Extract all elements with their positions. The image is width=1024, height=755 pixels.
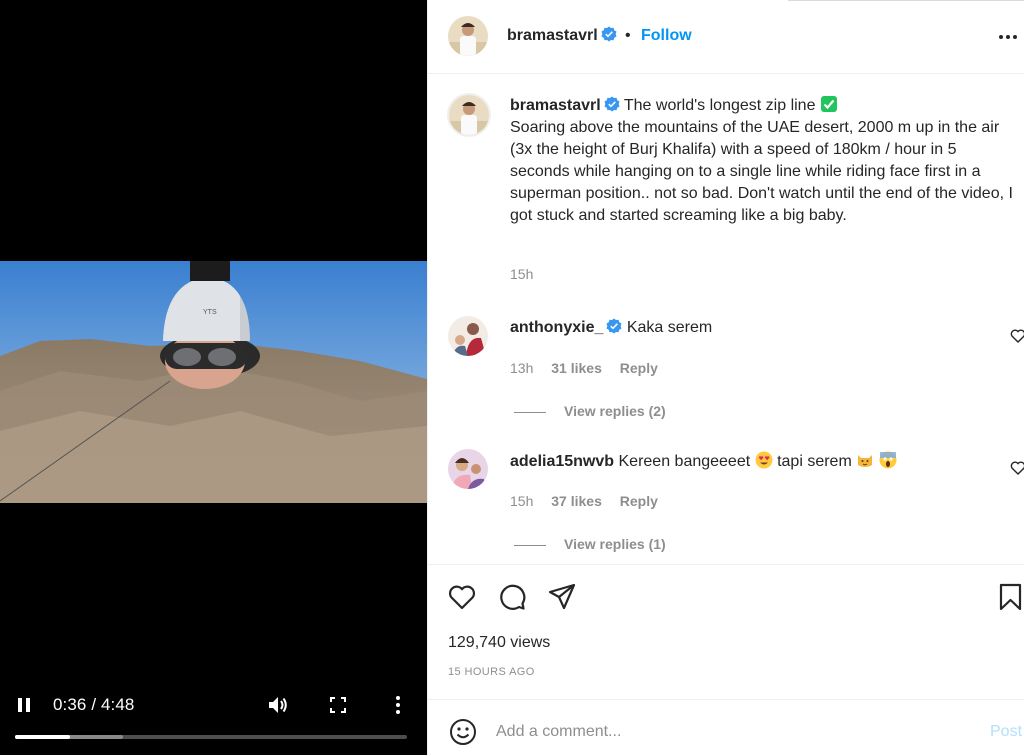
time-readout: 0:36 / 4:48 [53, 694, 134, 716]
replies-divider [514, 411, 546, 413]
share-icon[interactable] [547, 582, 577, 612]
caption-body: Soaring above the mountains of the UAE d… [510, 119, 1013, 224]
verified-badge-icon [604, 96, 620, 112]
caption-text: bramastavrl The world's longest zip line… [510, 95, 1015, 227]
reply-button[interactable]: Reply [620, 493, 658, 509]
more-vertical-icon[interactable] [388, 693, 408, 717]
video-controls: 0:36 / 4:48 [0, 688, 427, 755]
heart-icon[interactable] [447, 582, 477, 612]
author-username-text: bramastavrl [507, 27, 598, 44]
post-header: bramastavrl • Follow [428, 0, 1024, 74]
svg-text:YTS: YTS [203, 309, 217, 316]
more-horizontal-icon[interactable] [996, 27, 1020, 47]
caption-time[interactable]: 15h [510, 266, 533, 282]
caption-avatar[interactable] [447, 93, 491, 137]
comment-meta: 13h 31 likes Reply [510, 360, 672, 376]
verified-badge-icon [601, 26, 617, 42]
video-frame[interactable]: YTS [0, 261, 427, 503]
smiley-icon[interactable] [448, 717, 478, 747]
view-count[interactable]: 129,740 views [448, 633, 550, 653]
replies-divider [514, 544, 546, 546]
video-player[interactable]: YTS 0:36 / 4:48 [0, 0, 427, 755]
post-age[interactable]: 15 HOURS AGO [448, 666, 535, 678]
duration: 4:48 [100, 695, 135, 714]
check-box-emoji [820, 96, 837, 113]
heart-eyes-emoji [755, 451, 773, 469]
fullscreen-icon[interactable] [328, 694, 348, 716]
comment-avatar[interactable] [448, 449, 488, 489]
verified-badge-icon [606, 318, 622, 334]
caption-title: The world's longest zip line [623, 97, 816, 114]
comment-meta: 15h 37 likes Reply [510, 493, 672, 509]
time-separator: / [86, 695, 101, 714]
video-still-image: YTS [0, 261, 427, 503]
view-replies-label: View replies (1) [564, 536, 666, 552]
header-separator: • [625, 27, 631, 44]
progress-played [15, 735, 70, 739]
comment-input[interactable] [496, 715, 966, 749]
cat-emoji [858, 455, 873, 468]
author-avatar[interactable] [448, 16, 488, 56]
comment-username[interactable]: anthonyxie_ [510, 319, 603, 336]
screaming-emoji [879, 451, 897, 469]
comment-username[interactable]: adelia15nwvb [510, 453, 614, 470]
comment-icon[interactable] [497, 582, 527, 612]
progress-bar[interactable] [15, 735, 407, 739]
heart-icon[interactable] [1010, 328, 1024, 344]
comment-time[interactable]: 15h [510, 493, 533, 509]
comment-body-part-2: tapi serem [777, 453, 852, 470]
follow-button[interactable]: Follow [641, 25, 692, 47]
actions-divider [428, 564, 1024, 565]
view-replies-label: View replies (2) [564, 403, 666, 419]
pause-icon[interactable] [14, 694, 34, 716]
bookmark-icon[interactable] [996, 582, 1024, 612]
comment-text: adelia15nwvb Kereen bangeeeet tapi serem [510, 451, 990, 473]
comment-composer: Post [428, 699, 1024, 755]
view-replies-button[interactable]: View replies (1) [514, 536, 666, 552]
comment-avatar[interactable] [448, 316, 488, 356]
reply-button[interactable]: Reply [620, 360, 658, 376]
caption-username[interactable]: bramastavrl [510, 97, 601, 114]
comment-text: anthonyxie_ Kaka serem [510, 317, 990, 339]
comment-body-part-1: Kereen bangeeeet [618, 453, 751, 470]
comment-time[interactable]: 13h [510, 360, 533, 376]
post-side-panel: bramastavrl • Follow bramastavrl The wor… [427, 0, 1024, 755]
post-comment-button[interactable]: Post [990, 723, 1022, 741]
comment-likes[interactable]: 31 likes [551, 360, 602, 376]
current-time: 0:36 [53, 695, 87, 714]
heart-icon[interactable] [1010, 460, 1024, 476]
comment-likes[interactable]: 37 likes [551, 493, 602, 509]
comment-body: Kaka serem [626, 319, 713, 336]
view-replies-button[interactable]: View replies (2) [514, 403, 666, 419]
volume-icon[interactable] [266, 693, 290, 717]
author-username[interactable]: bramastavrl [507, 25, 617, 47]
